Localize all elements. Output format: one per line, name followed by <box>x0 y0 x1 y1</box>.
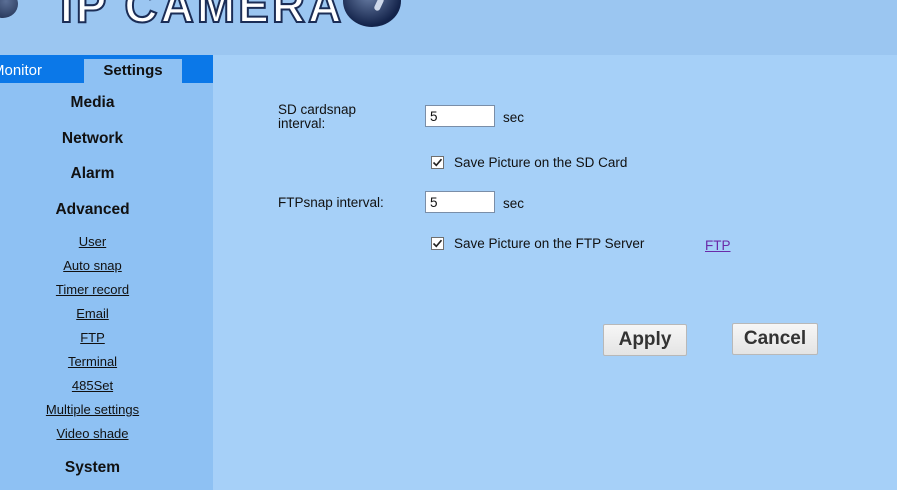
globe-icon <box>0 0 18 18</box>
sidebar: Monitor Settings Media Network Alarm Adv… <box>0 55 213 490</box>
sidebar-section-system[interactable]: System <box>0 459 185 477</box>
sidebar-section-media[interactable]: Media <box>0 94 185 112</box>
save-ftp-label: Save Picture on the FTP Server <box>454 236 645 251</box>
checkmark-icon <box>432 239 443 248</box>
cancel-button[interactable]: Cancel <box>732 323 818 355</box>
sidebar-item-video-shade[interactable]: Video shade <box>0 426 185 441</box>
sidebar-item-email[interactable]: Email <box>0 306 185 321</box>
sidebar-item-terminal[interactable]: Terminal <box>0 354 185 369</box>
sidebar-item-ftp[interactable]: FTP <box>0 330 185 345</box>
tab-settings[interactable]: Settings <box>84 59 182 83</box>
tab-bar: Monitor Settings <box>0 55 213 83</box>
sidebar-item-485set[interactable]: 485Set <box>0 378 185 393</box>
ftp-snap-interval-input[interactable] <box>425 191 495 213</box>
sidebar-section-network[interactable]: Network <box>0 130 185 148</box>
sidebar-item-user[interactable]: User <box>0 234 185 249</box>
save-sd-label: Save Picture on the SD Card <box>454 155 628 170</box>
ftp-snap-unit: sec <box>503 196 525 211</box>
save-sd-checkbox[interactable] <box>431 156 444 169</box>
sd-snap-unit: sec <box>503 110 525 125</box>
save-ftp-checkbox[interactable] <box>431 237 444 250</box>
sd-snap-interval-input[interactable] <box>425 105 495 127</box>
sidebar-item-multiple-settings[interactable]: Multiple settings <box>0 402 185 417</box>
sd-snap-interval-label: SD cardsnap interval: <box>278 102 357 131</box>
sidebar-section-alarm[interactable]: Alarm <box>0 165 185 183</box>
sidebar-item-timer-record[interactable]: Timer record <box>0 282 185 297</box>
checkmark-icon <box>432 158 443 167</box>
ftp-snap-interval-label: FTPsnap interval: <box>278 195 384 210</box>
globe-icon <box>343 0 401 27</box>
settings-panel: SD cardsnap interval: sec Save Picture o… <box>213 55 897 490</box>
apply-button[interactable]: Apply <box>603 324 687 356</box>
ftp-settings-link[interactable]: FTP <box>705 238 731 253</box>
sidebar-item-auto-snap[interactable]: Auto snap <box>0 258 185 273</box>
app-header: IP CAMERA <box>0 0 897 55</box>
brand-logo: IP CAMERA <box>59 0 345 33</box>
sidebar-section-advanced[interactable]: Advanced <box>0 201 185 219</box>
tab-monitor[interactable]: Monitor <box>0 59 72 83</box>
